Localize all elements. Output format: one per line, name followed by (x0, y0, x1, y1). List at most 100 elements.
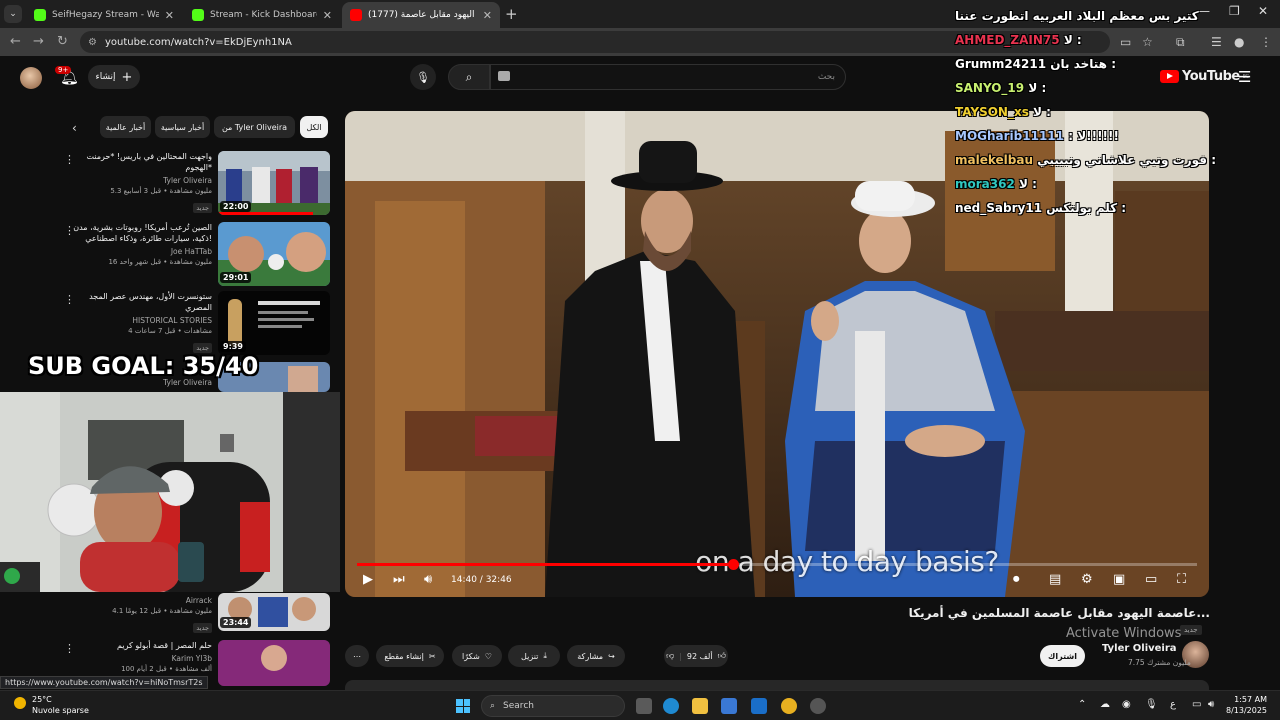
more-options-icon[interactable]: ⋮ (64, 224, 75, 237)
search-button[interactable]: ⌕ (448, 64, 490, 90)
new-tab-plus-icon[interactable]: + (505, 5, 518, 23)
share-button[interactable]: مشاركة ↪ (567, 645, 625, 667)
tray-overflow-chevron-icon[interactable]: ⌃ (1078, 699, 1086, 710)
video-meta: 16 مليون مشاهدة • قبل شهر واحد (108, 258, 212, 266)
channel-name[interactable]: HISTORICAL STORIES (72, 316, 212, 325)
more-actions-button[interactable]: ⋯ (345, 645, 369, 667)
channel-name[interactable]: Joe HaTTab (72, 247, 212, 256)
channel-name[interactable]: Tyler Oliveira (1102, 643, 1177, 654)
recommendation-item[interactable]: 22:00 واجهت المحتالين في باريس! *حرمنت ا… (60, 151, 330, 215)
outlook-icon[interactable] (751, 698, 767, 714)
guide-menu-icon[interactable]: ☰ (1238, 68, 1251, 86)
chip-world-news[interactable]: أخبار عالمية (100, 116, 151, 138)
video-thumbnail[interactable]: 22:00 (218, 151, 330, 215)
channel-new-badge: جديد (1180, 625, 1202, 635)
like-icon[interactable]: 👍︎ (718, 651, 726, 661)
microphone-tray-icon[interactable]: 🎙︎ (1145, 699, 1158, 710)
chip-from-channel[interactable]: من Tyler Oliveira (214, 116, 295, 138)
account-avatar[interactable] (20, 67, 42, 89)
close-tab-icon[interactable]: ✕ (323, 9, 332, 22)
channel-name[interactable]: Tyler Oliveira (72, 176, 212, 185)
settings-gear-icon[interactable]: ⚙ (1081, 572, 1093, 587)
like-count[interactable]: 92 ألف (687, 652, 713, 661)
reading-list-icon[interactable]: ☰ (1211, 35, 1222, 49)
task-view-icon[interactable] (636, 698, 652, 714)
edge-browser-icon[interactable] (663, 698, 679, 714)
play-icon[interactable]: ▶ (363, 572, 373, 587)
tray-app-icon[interactable]: ◉ (1122, 699, 1131, 710)
volume-tray-icon[interactable]: 🔊︎ (1208, 699, 1214, 710)
video-title[interactable]: حلم المصر | قصة أبولو كريم (72, 640, 212, 651)
more-options-icon[interactable]: ⋮ (64, 153, 75, 166)
download-button[interactable]: تنزيل ⤓ (508, 645, 560, 667)
extensions-icon[interactable]: ⧉ (1176, 35, 1185, 50)
chevron-left-icon[interactable]: ‹ (72, 121, 77, 135)
video-progress-bar[interactable] (357, 559, 1197, 570)
network-icon[interactable]: ▭ (1192, 699, 1201, 710)
chip-all[interactable]: الكل (300, 116, 328, 138)
close-tab-icon[interactable]: ✕ (483, 9, 492, 22)
video-title[interactable]: الصين تُرعب أمريكا! روبوتات بشرية، مدن ذ… (72, 222, 212, 244)
video-thumbnail[interactable]: 23:44 (218, 593, 330, 631)
store-icon[interactable] (721, 698, 737, 714)
tab-search-button[interactable]: ⌄ (4, 5, 22, 23)
keyboard-icon[interactable] (498, 71, 510, 81)
start-windows-icon[interactable] (456, 699, 470, 713)
thanks-button[interactable]: شكرًا ♡ (452, 645, 502, 667)
progress-played (357, 563, 734, 566)
scissors-icon: ✂ (428, 651, 436, 661)
file-explorer-icon[interactable] (692, 698, 708, 714)
recommendation-item[interactable]: 23:44 Airrack 4.1 مليون مشاهدة • قبل 12 … (60, 593, 330, 633)
search-icon: ⌕ (465, 69, 473, 84)
browser-menu-icon[interactable]: ⋮ (1260, 35, 1272, 49)
miniplayer-icon[interactable]: ▣ (1113, 572, 1125, 587)
fullscreen-icon[interactable]: ⛶ (1177, 572, 1186, 587)
taskbar-search-label: Search (503, 701, 534, 711)
next-video-icon[interactable]: ⏭︎ (393, 572, 405, 587)
theater-mode-icon[interactable]: ▭ (1145, 572, 1157, 587)
obs-icon[interactable] (810, 698, 826, 714)
tab-kick-watch[interactable]: SeifHegazy Stream - Watch Live ✕ (26, 2, 182, 28)
back-arrow-icon[interactable]: ← (10, 34, 21, 49)
more-options-icon[interactable]: ⋮ (64, 642, 75, 655)
channel-name[interactable]: Airrack (72, 596, 212, 605)
video-thumbnail[interactable]: 29:01 (218, 222, 330, 286)
voice-search-mic-icon[interactable]: 🎙︎ (410, 64, 436, 90)
video-title[interactable]: واجهت المحتالين في باريس! *حرمنت الهجوم* (72, 151, 212, 173)
youtube-logo[interactable]: YouTube EG (1160, 69, 1249, 84)
video-thumbnail[interactable]: 9:39 (218, 291, 330, 355)
tab-title: Stream - Kick Dashboard (210, 10, 317, 20)
close-window-icon[interactable]: ✕ (1258, 4, 1268, 18)
input-language[interactable]: ع (1170, 699, 1176, 710)
subscribe-button[interactable]: اشتراك (1040, 645, 1085, 667)
volume-icon[interactable]: 🔊︎ (424, 572, 432, 587)
channel-name[interactable]: Karim Yl3b (72, 654, 212, 663)
tab-kick-dashboard[interactable]: Stream - Kick Dashboard ✕ (184, 2, 340, 28)
chip-political-news[interactable]: أخبار سياسية (155, 116, 210, 138)
create-button[interactable]: إنشاء + (88, 65, 140, 89)
tab-youtube-video[interactable]: (1777) عاصمة اليهود مقابل عاصمة ✕ (342, 2, 500, 28)
video-thumbnail[interactable] (218, 640, 330, 686)
chrome-icon[interactable] (781, 698, 797, 714)
tray-app-icon[interactable]: ☁ (1100, 699, 1110, 710)
maximize-icon[interactable]: ❐ (1229, 4, 1240, 18)
more-options-icon[interactable]: ⋮ (64, 293, 75, 306)
search-input[interactable]: بحث (490, 64, 846, 90)
forward-arrow-icon[interactable]: → (33, 34, 44, 49)
close-tab-icon[interactable]: ✕ (165, 9, 174, 22)
recommendation-item[interactable]: 9:39 ستونسرت الأول، مهندس عصر المجد المص… (60, 291, 330, 355)
profile-avatar-icon[interactable]: ● (1234, 35, 1244, 49)
reload-icon[interactable]: ↻ (57, 34, 68, 49)
site-info-icon[interactable]: ⚙ (88, 37, 97, 48)
dislike-icon[interactable]: 👎︎ (666, 651, 674, 661)
recommendation-item[interactable]: 29:01 الصين تُرعب أمريكا! روبوتات بشرية،… (60, 222, 330, 286)
subtitles-icon[interactable]: ▤ (1049, 572, 1061, 587)
video-title[interactable]: ستونسرت الأول، مهندس عصر المجد المصري (72, 291, 212, 313)
description-box[interactable] (345, 680, 1209, 690)
minimize-icon[interactable]: — (1198, 4, 1210, 18)
weather-widget[interactable]: 25°C Nuvole sparse (14, 694, 89, 716)
autoplay-toggle-icon[interactable]: ⏺︎ (1013, 572, 1020, 587)
system-clock[interactable]: 1:57 AM 8/13/2025 (1226, 694, 1267, 716)
taskbar-search[interactable]: ⌕ Search (481, 695, 625, 717)
clip-button[interactable]: إنشاء مقطع ✂ (376, 645, 444, 667)
